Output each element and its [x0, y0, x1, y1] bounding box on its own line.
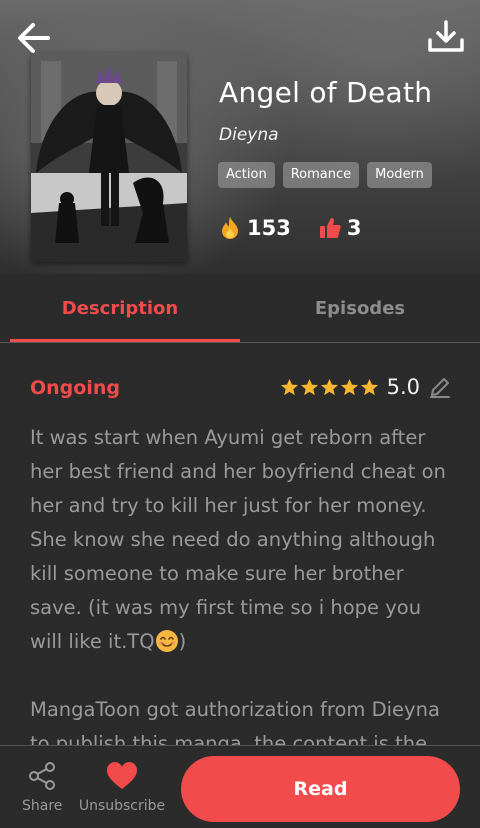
rating-score: 5.0 — [386, 375, 420, 399]
star-icon — [320, 378, 338, 395]
book-title: Angel of Death — [219, 76, 433, 109]
bottom-action-bar: Share Unsubscribe Read — [0, 745, 480, 828]
tab-description[interactable]: Description — [0, 274, 240, 342]
tab-episodes[interactable]: Episodes — [240, 274, 480, 342]
download-icon — [428, 20, 464, 52]
genre-tags: Action Romance Modern — [218, 162, 432, 188]
tab-bar: Description Episodes — [0, 274, 480, 343]
likes-count: 3 — [346, 216, 362, 240]
pencil-icon[interactable] — [428, 375, 452, 399]
back-button[interactable] — [14, 18, 54, 58]
heart-icon — [107, 762, 137, 789]
description-text: It was start when Ayumi get reborn after… — [30, 426, 446, 653]
star-icon — [360, 378, 378, 395]
star-icon — [340, 378, 358, 395]
description-text-end: ) — [178, 630, 187, 653]
arrow-left-icon — [18, 23, 50, 53]
thumbs-up-icon — [319, 218, 341, 238]
unsubscribe-label: Unsubscribe — [78, 798, 166, 814]
genre-tag[interactable]: Action — [218, 162, 275, 188]
genre-tag[interactable]: Romance — [282, 162, 360, 188]
likes-stat: 3 — [319, 216, 362, 240]
flame-icon — [222, 217, 238, 239]
book-stats: 153 3 — [219, 216, 389, 240]
rating: 5.0 — [280, 375, 452, 399]
book-description: It was start when Ayumi get reborn after… — [30, 421, 455, 745]
share-button[interactable]: Share — [22, 760, 62, 814]
star-icon — [280, 378, 298, 395]
views-count: 153 — [247, 216, 291, 240]
cover-artwork — [31, 53, 187, 262]
share-label: Share — [22, 798, 63, 814]
status-badge: Ongoing — [30, 377, 120, 399]
read-button[interactable]: Read — [181, 756, 460, 822]
rating-stars[interactable] — [280, 378, 379, 397]
book-header: Angel of Death Dieyna Action Romance Mod… — [0, 0, 480, 274]
book-author[interactable]: Dieyna — [219, 125, 279, 145]
views-stat: 153 — [219, 216, 291, 240]
book-cover — [31, 53, 187, 262]
star-icon — [300, 378, 318, 395]
genre-tag[interactable]: Modern — [367, 162, 432, 188]
description-paragraph: MangaToon got authorization from Dieyna … — [30, 698, 440, 745]
description-paragraph: It was start when Ayumi get reborn after… — [30, 421, 455, 659]
description-panel[interactable]: Ongoing 5.0 It was start when Ayumi get … — [0, 343, 480, 745]
share-icon — [29, 762, 55, 790]
unsubscribe-button[interactable]: Unsubscribe — [78, 760, 166, 814]
smile-emoji-icon — [155, 630, 178, 652]
download-button[interactable] — [426, 18, 466, 58]
